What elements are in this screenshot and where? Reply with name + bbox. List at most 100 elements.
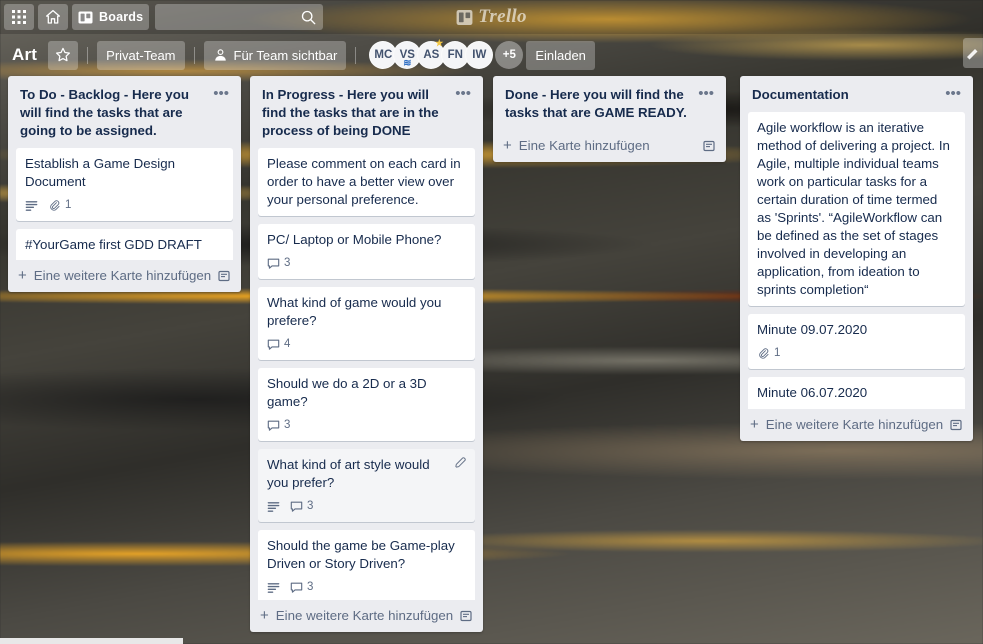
members-overflow-button[interactable]: +5	[495, 41, 523, 69]
card-title: Please comment on each card in order to …	[267, 155, 466, 209]
pencil-edit-icon[interactable]	[454, 456, 467, 469]
list-menu-icon[interactable]: •••	[209, 86, 233, 102]
card-template-icon[interactable]	[459, 609, 473, 623]
list-to-do-backlog: To Do - Backlog - Here you will find the…	[8, 76, 241, 292]
home-button[interactable]	[38, 4, 68, 30]
list-title: Documentation	[752, 86, 855, 104]
list-header[interactable]: To Do - Backlog - Here you will find the…	[8, 76, 241, 148]
card[interactable]: Should we do a 2D or a 3D game? 3	[258, 368, 475, 441]
card-title: Establish a Game Design Document	[25, 155, 224, 191]
list-cards[interactable]: Establish a Game Design Document	[8, 148, 241, 260]
list-header[interactable]: Done - Here you will find the tasks that…	[493, 76, 726, 130]
add-card-label: Eine Karte hinzufügen	[519, 138, 650, 153]
home-icon	[45, 9, 61, 25]
avatar[interactable]: IW	[465, 41, 493, 69]
card[interactable]: What kind of game would you prefere? 4	[258, 287, 475, 360]
brand-name: Trello	[478, 6, 527, 28]
card-title: #YourGame first GDD DRAFT	[25, 236, 224, 254]
search-icon	[301, 10, 316, 25]
comment-badge: 3	[267, 254, 290, 272]
card[interactable]: #YourGame first GDD DRAFT	[16, 229, 233, 260]
card[interactable]: Minute 06.07.2020 1	[748, 377, 965, 409]
card[interactable]: Minute 09.07.2020 1	[748, 314, 965, 369]
card-template-icon[interactable]	[702, 139, 716, 153]
card[interactable]: Please comment on each card in order to …	[258, 148, 475, 216]
comment-badge: 3	[267, 416, 290, 434]
card[interactable]: Agile workflow is an iterative method of…	[748, 112, 965, 306]
board-title[interactable]: Art	[8, 45, 45, 65]
card[interactable]: Should the game be Game-play Driven or S…	[258, 530, 475, 600]
attachment-count: 1	[774, 344, 780, 362]
card[interactable]: What kind of art style would you prefer?	[258, 449, 475, 522]
avatar-initials: IW	[472, 49, 486, 61]
card-badges: 3	[267, 578, 466, 596]
star-board-button[interactable]	[48, 41, 78, 70]
list-header[interactable]: Documentation •••	[740, 76, 973, 112]
list-title: In Progress - Here you will find the tas…	[262, 86, 451, 140]
plus-icon: +	[750, 419, 759, 431]
board-members: MC VS ≋ AS ★ FN IW +5	[369, 41, 519, 69]
visibility-label: Für Team sichtbar	[234, 48, 338, 63]
add-card-button[interactable]: + Eine weitere Karte hinzufügen	[8, 260, 241, 292]
invite-label: Einladen	[535, 48, 586, 63]
header-divider	[87, 47, 88, 64]
list-cards[interactable]: Please comment on each card in order to …	[250, 148, 483, 600]
trello-logo-icon	[456, 9, 473, 26]
card-title: Should we do a 2D or a 3D game?	[267, 375, 466, 411]
search-input[interactable]	[155, 4, 323, 30]
list-in-progress: In Progress - Here you will find the tas…	[250, 76, 483, 632]
avatar-initials: FN	[448, 49, 463, 61]
card-title: PC/ Laptop or Mobile Phone?	[267, 231, 466, 249]
list-menu-icon[interactable]: •••	[451, 86, 475, 102]
comment-icon	[267, 419, 280, 432]
card-title: Should the game be Game-play Driven or S…	[267, 537, 466, 573]
card-template-icon[interactable]	[949, 418, 963, 432]
card-badges: 1	[25, 196, 224, 214]
grid-apps-icon	[12, 10, 26, 24]
description-badge	[25, 199, 38, 212]
visibility-button[interactable]: Für Team sichtbar	[204, 41, 347, 70]
add-card-button[interactable]: + Eine weitere Karte hinzufügen	[250, 600, 483, 632]
attachment-badge: 1	[757, 344, 780, 362]
comment-count: 3	[284, 416, 290, 434]
list-done: Done - Here you will find the tasks that…	[493, 76, 726, 162]
card-badges: 4	[267, 335, 466, 353]
card[interactable]: PC/ Laptop or Mobile Phone? 3	[258, 224, 475, 279]
list-header[interactable]: In Progress - Here you will find the tas…	[250, 76, 483, 148]
header-divider-3	[355, 47, 356, 64]
list-menu-icon[interactable]: •••	[941, 86, 965, 102]
add-card-button[interactable]: + Eine weitere Karte hinzufügen	[740, 409, 973, 441]
add-card-label: Eine weitere Karte hinzufügen	[766, 417, 943, 432]
apps-grid-button[interactable]	[4, 4, 34, 30]
comment-icon	[290, 581, 303, 594]
invite-button[interactable]: Einladen	[526, 41, 595, 70]
card-title: What kind of game would you prefere?	[267, 294, 466, 330]
board-menu-button[interactable]	[963, 38, 983, 68]
list-title: Done - Here you will find the tasks that…	[505, 86, 694, 122]
boards-label: Boards	[99, 10, 143, 24]
card-badges: 1	[757, 344, 956, 362]
board-menu-icon	[966, 46, 980, 60]
card-title: Minute 09.07.2020	[757, 321, 956, 339]
header-divider-2	[194, 47, 195, 64]
avatar-initials: AS	[423, 49, 439, 61]
team-name-label: Privat-Team	[106, 48, 175, 63]
comment-count: 3	[284, 254, 290, 272]
add-card-button[interactable]: + Eine Karte hinzufügen	[493, 130, 726, 162]
list-menu-icon[interactable]: •••	[694, 86, 718, 102]
plus-icon: +	[18, 270, 27, 282]
card-template-icon[interactable]	[217, 269, 231, 283]
attachment-badge: 1	[757, 407, 780, 409]
comment-count: 3	[307, 497, 313, 515]
list-cards[interactable]: Agile workflow is an iterative method of…	[740, 112, 973, 409]
team-name-button[interactable]: Privat-Team	[97, 41, 184, 70]
boards-button[interactable]: Boards	[72, 4, 149, 30]
comment-count: 3	[307, 578, 313, 596]
card-badges: 1	[757, 407, 956, 409]
card-title: Minute 06.07.2020	[757, 384, 956, 402]
comment-icon	[267, 257, 280, 270]
card[interactable]: Establish a Game Design Document	[16, 148, 233, 221]
add-card-label: Eine weitere Karte hinzufügen	[276, 608, 453, 623]
attachment-count: 1	[65, 259, 71, 260]
plus-icon: +	[260, 610, 269, 622]
